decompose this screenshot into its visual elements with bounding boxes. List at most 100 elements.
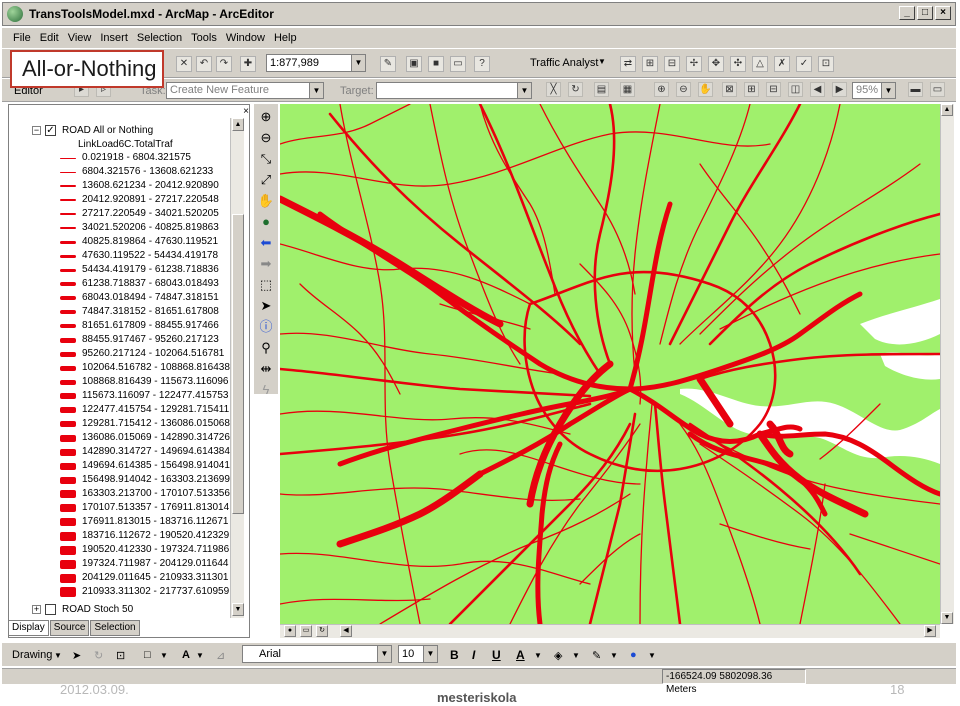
pan-icon[interactable]: ✋ [257,192,275,210]
chevron-down-icon[interactable]: ▼ [572,651,580,660]
drawing-menu[interactable]: Drawing [12,649,52,661]
map-vertical-scrollbar[interactable]: ▲ ▼ [940,104,954,624]
new-text-icon[interactable]: A [182,649,190,661]
font-color-button[interactable]: A [516,648,525,662]
measure-icon[interactable]: ⇹ [257,360,275,378]
chevron-down-icon[interactable]: ▼ [351,55,365,71]
legend-item[interactable]: 34021.520206 - 40825.819863 [60,221,219,235]
tab-display[interactable]: Display [8,620,49,636]
chevron-down-icon[interactable]: ▼ [881,83,895,98]
ta-tool-7-icon[interactable]: △ [752,56,768,72]
fixed-zoom-in-icon[interactable]: ⊞ [744,82,759,97]
whats-this-icon[interactable]: ? [474,56,490,72]
find-icon[interactable]: ⚲ [257,339,275,357]
redo-icon[interactable]: ↷ [216,56,232,72]
rotate-tool-icon[interactable]: ↻ [568,82,583,97]
ta-tool-8-icon[interactable]: ✗ [774,56,790,72]
underline-button[interactable]: U [492,648,501,662]
rotate-icon[interactable]: ↻ [94,649,103,662]
scroll-right-icon[interactable]: ▶ [924,625,936,637]
arctoolbox-icon[interactable]: ■ [428,56,444,72]
back-extent-icon[interactable]: ⬅ [257,234,275,252]
menu-help[interactable]: Help [273,32,298,44]
legend-item[interactable]: 190520.412330 - 197324.711986 [60,543,229,557]
scroll-up-icon[interactable]: ▲ [941,104,953,116]
legend-item[interactable]: 6804.321576 - 13608.621233 [60,165,213,179]
attributes-icon[interactable]: ▤ [594,82,609,97]
legend-item[interactable]: 204129.011645 - 210933.311301 [60,571,228,585]
sketch-properties-icon[interactable]: ▦ [620,82,635,97]
scroll-down-icon[interactable]: ▼ [941,612,953,624]
layer-name[interactable]: ROAD Stoch 50 [62,603,133,617]
legend-item[interactable]: 81651.617809 - 88455.917466 [60,319,219,333]
legend-item[interactable]: 74847.318152 - 81651.617808 [60,305,219,319]
menu-selection[interactable]: Selection [136,32,183,44]
zoom-percent-select[interactable]: 95% ▼ [852,82,896,99]
expand-icon[interactable]: + [32,605,41,614]
italic-button[interactable]: I [472,648,475,662]
ta-tool-6-icon[interactable]: ✣ [730,56,746,72]
chevron-down-icon[interactable]: ▼ [54,651,62,660]
select-elements-icon[interactable]: ➤ [72,649,81,662]
scroll-down-icon[interactable]: ▼ [232,603,244,616]
refresh-icon[interactable]: ↻ [316,625,328,637]
chevron-down-icon[interactable]: ▼ [196,651,204,660]
fill-color-icon[interactable]: ◈ [554,649,562,662]
select-features-icon[interactable]: ⬚ [257,276,275,294]
legend-item[interactable]: 20412.920891 - 27217.220548 [60,193,219,207]
legend-item[interactable]: 68043.018494 - 74847.318151 [60,291,219,305]
map-scale-input[interactable]: 1:877,989 ▼ [266,54,366,72]
chevron-down-icon[interactable]: ▼ [534,651,542,660]
font-select[interactable]: Arial ▼ [242,645,392,663]
chevron-down-icon[interactable]: ▼ [377,646,391,662]
undo-icon[interactable]: ↶ [196,56,212,72]
layout-pan-icon[interactable]: ✋ [698,82,713,97]
collapse-icon[interactable]: − [32,126,41,135]
bold-button[interactable]: B [450,648,459,662]
legend-item[interactable]: 27217.220549 - 34021.520205 [60,207,219,221]
fixed-zoom-in-icon[interactable]: ⤡ [257,150,275,168]
legend-item[interactable]: 176911.813015 - 183716.112671 [60,515,228,529]
scroll-up-icon[interactable]: ▲ [232,118,244,131]
full-extent-icon[interactable]: ● [257,213,275,231]
legend-item[interactable]: 54434.419179 - 61238.718836 [60,263,219,277]
legend-item[interactable]: 129281.715412 - 136086.015068 [60,417,230,431]
layer-name[interactable]: ROAD All or Nothing [62,124,153,138]
legend-item[interactable]: 102064.516782 - 108868.816438 [60,361,230,375]
legend-item[interactable]: 13608.621234 - 20412.920890 [60,179,219,193]
zoom-out-icon[interactable]: ⊖ [257,129,275,147]
layer-visibility-checkbox[interactable]: ✓ [45,125,56,136]
identify-icon[interactable]: ⓘ [257,318,275,336]
arccatalog-icon[interactable]: ▣ [406,56,422,72]
tab-selection[interactable]: Selection [90,620,140,636]
layout-view-icon[interactable]: ▭ [300,625,312,637]
editor-toolbar-icon[interactable]: ✎ [380,56,396,72]
legend-item[interactable]: 156498.914042 - 163303.213699 [60,473,230,487]
traffic-analyst-menu[interactable]: Traffic Analyst [530,57,598,69]
target-select[interactable]: ▼ [376,82,532,99]
command-line-icon[interactable]: ▭ [450,56,466,72]
layer-visibility-checkbox[interactable] [45,604,56,615]
toc-scrollbar[interactable]: ▲ ▼ [230,118,244,618]
focus-data-frame-icon[interactable]: ▭ [930,82,945,97]
scroll-thumb[interactable] [232,214,244,514]
rectangle-icon[interactable]: □ [144,649,151,661]
legend-item[interactable]: 122477.415754 - 129281.715411 [60,403,229,417]
legend-item[interactable]: 0.021918 - 6804.321575 [60,151,191,165]
legend-item[interactable]: 210933.311302 - 217737.610959 [60,585,229,599]
ta-tool-5-icon[interactable]: ✥ [708,56,724,72]
zoom-100-icon[interactable]: ◫ [788,82,803,97]
minimize-button[interactable]: _ [899,6,915,20]
legend-item[interactable]: 47630.119522 - 54434.419178 [60,249,218,263]
line-color-icon[interactable]: ✎ [592,649,601,662]
legend-item[interactable]: 149694.614385 - 156498.914041 [60,459,230,473]
legend-item[interactable]: 163303.213700 - 170107.513356 [60,487,230,501]
legend-item[interactable]: 108868.816439 - 115673.116096 [60,375,228,389]
legend-item[interactable]: 88455.917467 - 95260.217123 [60,333,219,347]
legend-item[interactable]: 197324.711987 - 204129.011644 [60,557,228,571]
toggle-draft-icon[interactable]: ▬ [908,82,923,97]
menu-window[interactable]: Window [225,32,266,44]
chevron-down-icon[interactable]: ▼ [598,57,606,66]
select-elements-icon[interactable]: ➤ [257,297,275,315]
legend-item[interactable]: 40825.819864 - 47630.119521 [60,235,218,249]
